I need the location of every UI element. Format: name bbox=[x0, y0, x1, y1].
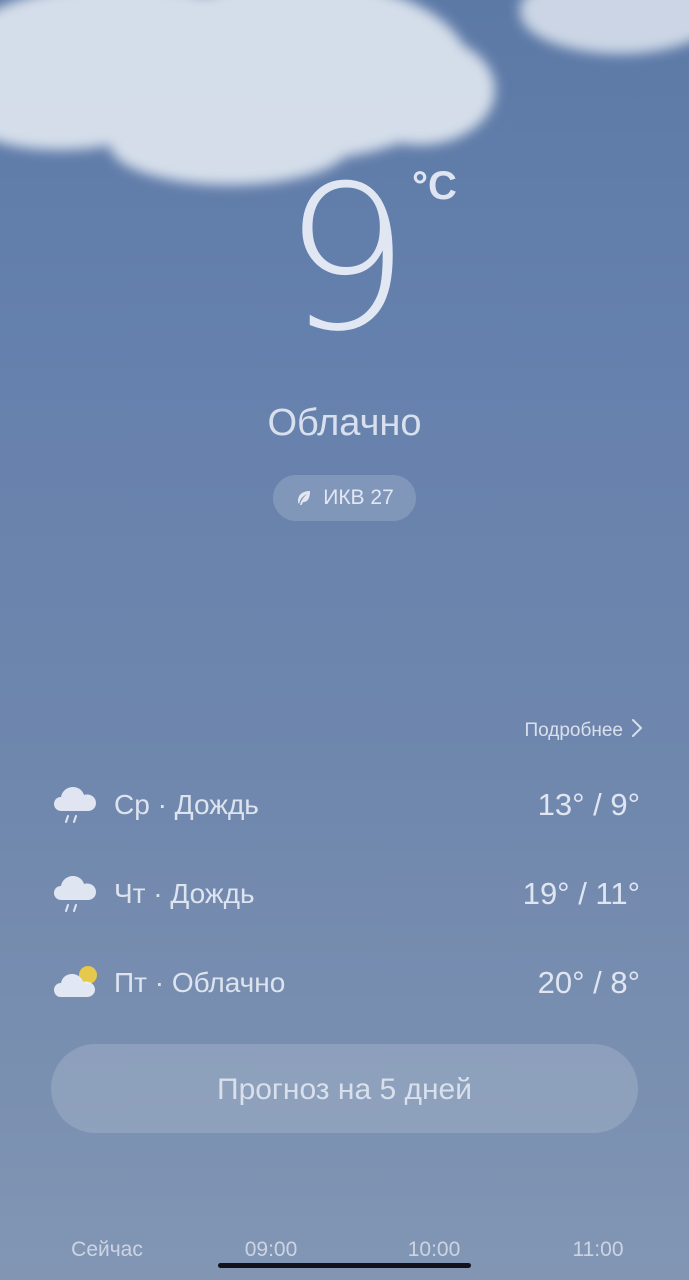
current-condition: Облачно bbox=[267, 402, 422, 444]
details-link[interactable]: Подробнее bbox=[524, 718, 643, 744]
temperature-unit: °C bbox=[412, 164, 457, 208]
daily-forecast-list: Ср · Дождь 13° / 9° Чт · Дождь 19° / 11°… bbox=[52, 760, 640, 1027]
forecast-row-fri[interactable]: Пт · Облачно 20° / 8° bbox=[52, 938, 640, 1027]
forecast-row-thu[interactable]: Чт · Дождь 19° / 11° bbox=[52, 849, 640, 938]
rain-cloud-icon bbox=[52, 785, 100, 825]
hourly-time: 11:00 bbox=[572, 1238, 624, 1261]
home-indicator[interactable] bbox=[218, 1263, 471, 1268]
forecast-temp-range: 13° / 9° bbox=[537, 786, 640, 822]
chevron-right-icon bbox=[631, 718, 643, 744]
aqi-label: ИКВ 27 bbox=[323, 486, 394, 509]
forecast-day-label: Ср · Дождь bbox=[114, 788, 259, 820]
temperature-value: 9 bbox=[282, 143, 410, 376]
hourly-time: Сейчас bbox=[71, 1238, 143, 1261]
forecast-day-label: Пт · Облачно bbox=[114, 966, 286, 998]
current-temperature: 9 °C bbox=[0, 150, 689, 370]
forecast-row-wed[interactable]: Ср · Дождь 13° / 9° bbox=[52, 760, 640, 849]
partly-cloudy-icon bbox=[52, 963, 100, 1003]
hourly-time: 09:00 bbox=[244, 1238, 298, 1261]
forecast-temp-range: 19° / 11° bbox=[522, 875, 640, 911]
rain-cloud-icon bbox=[52, 874, 100, 914]
hourly-time: 10:00 bbox=[407, 1238, 461, 1261]
leaf-icon bbox=[295, 489, 313, 507]
forecast-day-label: Чт · Дождь bbox=[114, 877, 255, 909]
aqi-badge[interactable]: ИКВ 27 bbox=[273, 475, 416, 521]
five-day-forecast-button[interactable]: Прогноз на 5 дней bbox=[51, 1044, 638, 1133]
details-link-label: Подробнее bbox=[524, 720, 623, 741]
hourly-forecast-strip[interactable]: Сейчас 09:00 10:00 11:00 bbox=[0, 1238, 689, 1280]
forecast-temp-range: 20° / 8° bbox=[537, 964, 640, 1000]
